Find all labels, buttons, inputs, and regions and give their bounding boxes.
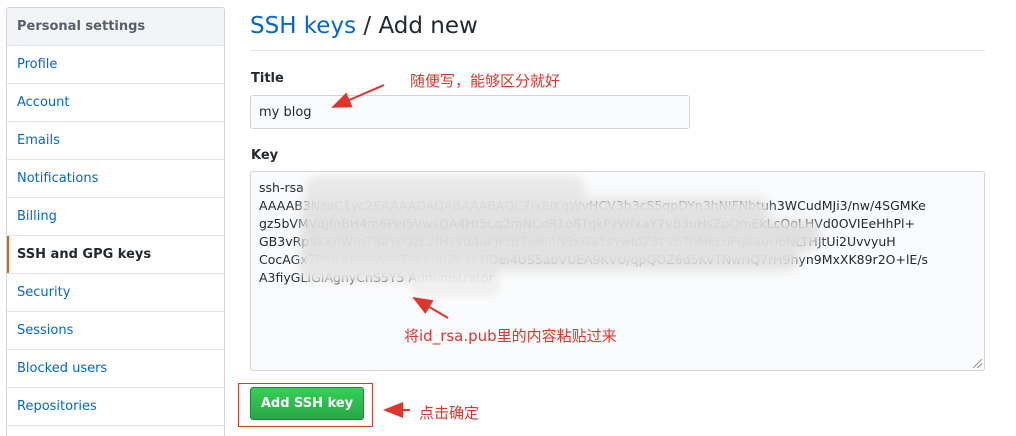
breadcrumb-separator: /	[356, 13, 379, 39]
sidebar-item-repositories[interactable]: Repositories	[7, 388, 224, 426]
title-input[interactable]	[250, 95, 690, 129]
annotation-key-note: 将id_rsa.pub里的内容粘贴过来	[404, 327, 617, 345]
sidebar-item-account[interactable]: Account	[7, 84, 224, 122]
add-ssh-key-button[interactable]: Add SSH key	[250, 387, 364, 420]
sidebar-header: Personal settings	[7, 8, 224, 46]
breadcrumb-current: Add new	[378, 13, 478, 39]
sidebar-item-profile[interactable]: Profile	[7, 46, 224, 84]
resize-handle[interactable]	[973, 359, 982, 368]
title-label: Title	[251, 71, 284, 86]
title-divider	[250, 50, 985, 51]
sidebar-item-billing[interactable]: Billing	[7, 198, 224, 236]
settings-sidebar: Personal settings Profile Account Emails…	[6, 7, 225, 436]
redaction-blur	[410, 276, 500, 296]
sidebar-item-notifications[interactable]: Notifications	[7, 160, 224, 198]
page-title: SSH keys / Add new	[250, 13, 478, 39]
breadcrumb-ssh-keys-link[interactable]: SSH keys	[250, 13, 356, 39]
sidebar-item-blocked-users[interactable]: Blocked users	[7, 350, 224, 388]
annotation-button-note: 点击确定	[419, 404, 480, 422]
sidebar-item-security[interactable]: Security	[7, 274, 224, 312]
sidebar-item-emails[interactable]: Emails	[7, 122, 224, 160]
key-label: Key	[251, 148, 279, 163]
annotation-title-note: 随便写，能够区分就好	[410, 72, 561, 90]
sidebar-item-sessions[interactable]: Sessions	[7, 312, 224, 350]
sidebar-item-ssh-gpg-keys[interactable]: SSH and GPG keys	[7, 236, 224, 274]
